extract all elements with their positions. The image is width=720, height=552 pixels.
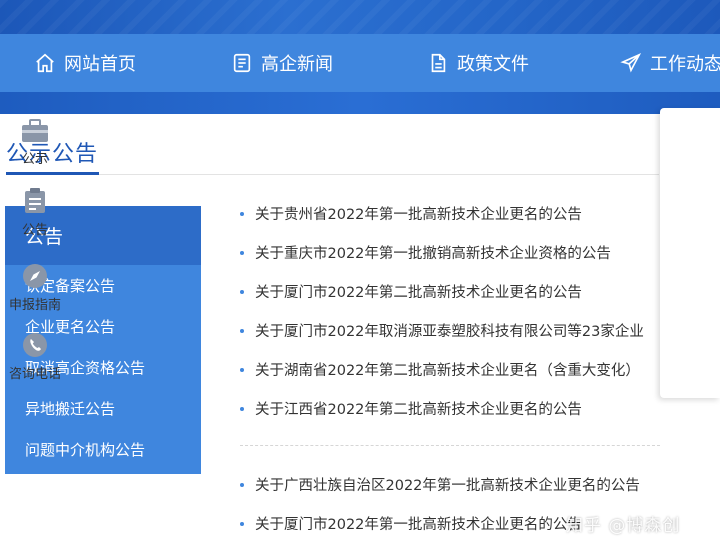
briefcase-icon xyxy=(22,119,48,142)
float-announcement[interactable]: 公告 xyxy=(0,187,70,238)
document-icon xyxy=(431,53,446,73)
title-underline xyxy=(6,172,99,175)
float-public-notice[interactable]: 公示 xyxy=(0,118,70,167)
nav-label: 工作动态 xyxy=(650,54,720,75)
news-title: 关于江西省2022年第二批高新技术企业更名的公告 xyxy=(255,402,582,418)
list-divider xyxy=(240,445,660,446)
home-icon xyxy=(36,53,54,73)
sub-banner xyxy=(0,92,720,114)
float-label: 公示 xyxy=(21,152,48,167)
clipboard-icon xyxy=(25,188,45,213)
list-item[interactable]: 关于重庆市2022年第一批撤销高新技术企业资格的公告 xyxy=(240,233,660,272)
nav-label: 网站首页 xyxy=(64,54,136,75)
bullet xyxy=(240,367,244,372)
main-nav: 网站首页 高企新闻 政策文件 工作动态 xyxy=(0,34,720,92)
bullet xyxy=(240,289,244,294)
news-title: 关于厦门市2022年第二批高新技术企业更名的公告 xyxy=(255,285,582,301)
bullet xyxy=(240,328,244,333)
bullet xyxy=(240,521,244,526)
nav-work[interactable]: 工作动态 xyxy=(620,34,720,92)
news-title: 关于厦门市2022年取消源亚泰塑胶科技有限公司等23家企业 xyxy=(255,324,644,340)
list-item[interactable]: 关于厦门市2022年取消源亚泰塑胶科技有限公司等23家企业 xyxy=(240,311,660,350)
compass-icon xyxy=(23,264,47,288)
bullet xyxy=(240,482,244,487)
news-title: 关于厦门市2022年第一批高新技术企业更名的公告 xyxy=(255,517,582,533)
bullet xyxy=(240,250,244,255)
bullet xyxy=(240,406,244,411)
nav-label: 政策文件 xyxy=(457,54,529,75)
list-item[interactable]: 关于厦门市2022年第二批高新技术企业更名的公告 xyxy=(240,272,660,311)
news-list: 关于贵州省2022年第一批高新技术企业更名的公告 关于重庆市2022年第一批撤销… xyxy=(240,194,660,428)
float-guide[interactable]: 申报指南 xyxy=(0,262,70,313)
top-banner xyxy=(0,0,720,34)
float-label: 申报指南 xyxy=(8,298,61,313)
nav-news[interactable]: 高企新闻 xyxy=(231,34,333,92)
news-title: 关于湖南省2022年第二批高新技术企业更名（含重大变化） xyxy=(255,363,640,379)
nav-home[interactable]: 网站首页 xyxy=(34,34,136,92)
paper-plane-icon xyxy=(620,53,642,73)
float-phone[interactable]: 咨询电话 xyxy=(0,331,70,382)
list-item[interactable]: 关于广西壮族自治区2022年第一批高新技术企业更名的公告 xyxy=(240,465,720,504)
sidebar-item-agency[interactable]: 问题中介机构公告 xyxy=(5,429,201,470)
nav-policy[interactable]: 政策文件 xyxy=(427,34,529,92)
list-item[interactable]: 关于湖南省2022年第二批高新技术企业更名（含重大变化） xyxy=(240,350,660,389)
watermark: 知乎 @博森创 xyxy=(566,516,681,536)
divider xyxy=(99,174,659,175)
list-item[interactable]: 关于江西省2022年第二批高新技术企业更名的公告 xyxy=(240,389,660,428)
sidebar-item-relocation[interactable]: 异地搬迁公告 xyxy=(5,388,201,429)
news-title: 关于广西壮族自治区2022年第一批高新技术企业更名的公告 xyxy=(255,478,640,494)
news-icon xyxy=(233,53,251,73)
nav-label: 高企新闻 xyxy=(261,54,333,75)
floating-sidebar xyxy=(660,108,720,398)
float-label: 咨询电话 xyxy=(8,367,61,382)
float-label: 公告 xyxy=(21,223,48,238)
phone-icon xyxy=(23,333,47,357)
news-title: 关于贵州省2022年第一批高新技术企业更名的公告 xyxy=(255,207,582,223)
bullet xyxy=(240,211,244,216)
news-title: 关于重庆市2022年第一批撤销高新技术企业资格的公告 xyxy=(255,246,611,262)
list-item[interactable]: 关于贵州省2022年第一批高新技术企业更名的公告 xyxy=(240,194,660,233)
